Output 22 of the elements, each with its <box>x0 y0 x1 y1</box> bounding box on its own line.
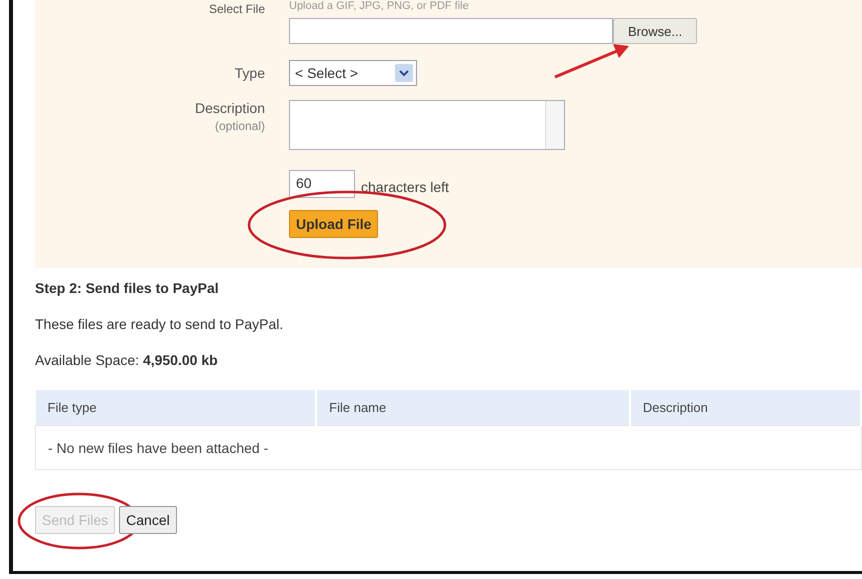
description-field[interactable] <box>289 100 565 150</box>
column-header: File type <box>36 390 316 426</box>
field-label: Type <box>234 65 265 81</box>
scrollbar <box>545 101 564 149</box>
character-count-field: 60 <box>289 170 355 198</box>
column-header: File name <box>316 390 630 426</box>
column-header: Description <box>630 390 861 426</box>
hint-text: Upload a GIF, JPG, PNG, or PDF file <box>289 0 470 12</box>
field-label: Description <box>194 100 265 116</box>
upload-button[interactable]: Upload File <box>289 210 378 238</box>
browse-button[interactable]: Browse... <box>613 18 698 44</box>
type-dropdown[interactable]: < Select > <box>289 60 417 86</box>
available-space-text: Available Space: 4,950.00 kb <box>35 352 219 368</box>
field-label: Select File <box>208 2 265 16</box>
empty-table-message: - No new files have been attached - <box>36 426 861 470</box>
info-text: These files are ready to send to PayPal. <box>35 316 284 332</box>
count-label: characters left <box>361 179 449 195</box>
cancel-button[interactable]: Cancel <box>119 506 177 534</box>
chevron-down-icon <box>395 64 413 82</box>
section-heading: Step 2: Send files to PayPal <box>35 280 220 296</box>
field-note: (optional) <box>214 119 265 133</box>
file-field[interactable] <box>289 18 613 44</box>
